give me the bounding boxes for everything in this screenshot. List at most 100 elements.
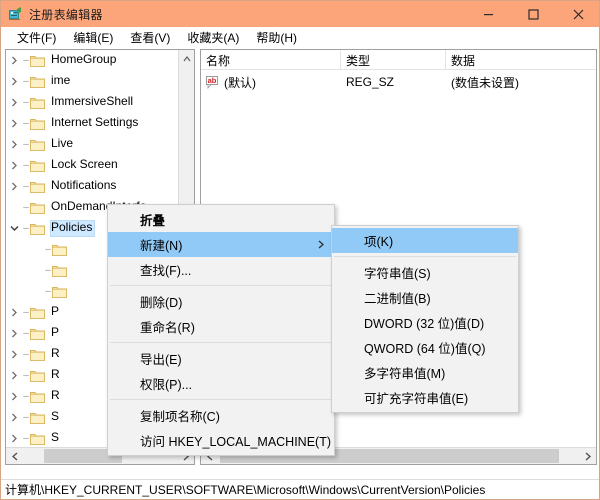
menu-view[interactable]: 查看(V) bbox=[122, 27, 179, 48]
tree-connector: – bbox=[23, 370, 29, 381]
context-menu[interactable]: 折叠新建(N) 查找(F)... 删除(D) 重命名(R) 导出(E) 权限(P)... 复… bbox=[107, 204, 335, 456]
values-column-headers: 名称 类型 数据 bbox=[201, 50, 596, 70]
tree-connector: – bbox=[23, 412, 29, 423]
chevron-down-icon[interactable] bbox=[6, 218, 22, 239]
maximize-icon[interactable] bbox=[511, 1, 556, 27]
submenu-item-5[interactable]: 多字符串值(M) bbox=[332, 360, 518, 385]
chevron-right-icon[interactable] bbox=[6, 407, 22, 428]
tree-item-ime[interactable]: – ime bbox=[6, 71, 179, 92]
scroll-right-icon[interactable] bbox=[579, 448, 596, 464]
context-menu-item-4[interactable]: 重命名(R) bbox=[108, 314, 334, 339]
status-bar: 计算机\HKEY_CURRENT_USER\SOFTWARE\Microsoft… bbox=[1, 479, 599, 499]
registry-path: 计算机\HKEY_CURRENT_USER\SOFTWARE\Microsoft… bbox=[5, 483, 486, 497]
chevron-right-icon[interactable] bbox=[6, 302, 22, 323]
menu-help[interactable]: 帮助(H) bbox=[248, 27, 306, 48]
folder-icon bbox=[30, 390, 45, 403]
submenu-item-0[interactable]: 项(K) bbox=[332, 228, 518, 253]
chevron-right-icon[interactable] bbox=[6, 113, 22, 134]
chevron-right-icon[interactable] bbox=[6, 428, 22, 448]
new-submenu[interactable]: 项(K) 字符串值(S) 二进制值(B) DWORD (32 位)值(D) QWORD … bbox=[331, 225, 519, 413]
scroll-left-icon[interactable] bbox=[6, 448, 23, 464]
context-menu-item-label: 复制项名称(C) bbox=[140, 410, 220, 424]
value-name-cell: ab (默认) bbox=[201, 74, 341, 91]
tree-item-label: R bbox=[51, 346, 60, 361]
chevron-right-icon[interactable] bbox=[6, 323, 22, 344]
folder-icon bbox=[30, 348, 45, 361]
context-menu-item-2[interactable]: 查找(F)... bbox=[108, 257, 334, 282]
context-menu-item-7[interactable]: 复制项名称(C) bbox=[108, 403, 334, 428]
tree-item-internet-settings[interactable]: – Internet Settings bbox=[6, 113, 179, 134]
context-menu-item-8[interactable]: 访问 HKEY_LOCAL_MACHINE(T) bbox=[108, 428, 334, 453]
chevron-right-icon[interactable] bbox=[6, 134, 22, 155]
folder-icon bbox=[30, 369, 45, 382]
tree-item-label: P bbox=[51, 304, 60, 319]
context-menu-item-5[interactable]: 导出(E) bbox=[108, 346, 334, 371]
submenu-item-6[interactable]: 可扩充字符串值(E) bbox=[332, 385, 518, 410]
tree-connector: – bbox=[23, 118, 29, 129]
tree-item-label: ime bbox=[51, 73, 71, 88]
menu-separator bbox=[110, 342, 332, 343]
tree-item-label: ImmersiveShell bbox=[51, 94, 134, 109]
submenu-item-label: 二进制值(B) bbox=[364, 292, 431, 306]
title-bar: 注册表编辑器 bbox=[1, 1, 599, 27]
menu-favorites[interactable]: 收藏夹(A) bbox=[179, 27, 248, 48]
tree-item-label: S bbox=[51, 430, 60, 445]
column-header-data[interactable]: 数据 bbox=[446, 50, 596, 70]
submenu-item-label: 项(K) bbox=[364, 235, 394, 249]
submenu-item-1[interactable]: 字符串值(S) bbox=[332, 260, 518, 285]
column-header-type[interactable]: 类型 bbox=[341, 50, 446, 70]
tree-item-label: Lock Screen bbox=[51, 157, 118, 172]
minimize-icon[interactable] bbox=[466, 1, 511, 27]
context-menu-item-6[interactable]: 权限(P)... bbox=[108, 371, 334, 396]
tree-item-lock-screen[interactable]: – Lock Screen bbox=[6, 155, 179, 176]
chevron-right-icon[interactable] bbox=[6, 176, 22, 197]
chevron-right-icon[interactable] bbox=[6, 155, 22, 176]
folder-icon bbox=[30, 75, 45, 88]
submenu-item-3[interactable]: DWORD (32 位)值(D) bbox=[332, 310, 518, 335]
submenu-item-label: 字符串值(S) bbox=[364, 267, 431, 281]
menu-edit[interactable]: 编辑(E) bbox=[65, 27, 122, 48]
tree-item-label bbox=[72, 248, 76, 251]
context-menu-item-label: 折叠 bbox=[140, 214, 166, 228]
chevron-right-icon[interactable] bbox=[6, 344, 22, 365]
folder-icon bbox=[30, 306, 45, 319]
tree-connector: – bbox=[23, 181, 29, 192]
context-menu-item-label: 删除(D) bbox=[140, 296, 183, 310]
chevron-right-icon[interactable] bbox=[6, 365, 22, 386]
column-header-name[interactable]: 名称 bbox=[201, 50, 341, 70]
table-row[interactable]: ab (默认) REG_SZ (数值未设置) bbox=[201, 72, 596, 92]
tree-item-label: HomeGroup bbox=[51, 52, 117, 67]
tree-item-label: Policies bbox=[50, 220, 96, 237]
submenu-item-2[interactable]: 二进制值(B) bbox=[332, 285, 518, 310]
context-menu-item-label: 导出(E) bbox=[140, 353, 182, 367]
submenu-item-label: QWORD (64 位)值(Q) bbox=[364, 342, 486, 356]
tree-item-homegroup[interactable]: – HomeGroup bbox=[6, 50, 179, 71]
tree-item-label: R bbox=[51, 388, 60, 403]
submenu-item-4[interactable]: QWORD (64 位)值(Q) bbox=[332, 335, 518, 360]
tree-item-live[interactable]: – Live bbox=[6, 134, 179, 155]
tree-item-label: S bbox=[51, 409, 60, 424]
folder-icon bbox=[30, 201, 45, 214]
tree-item-label: P bbox=[51, 325, 60, 340]
context-menu-item-3[interactable]: 删除(D) bbox=[108, 289, 334, 314]
chevron-right-icon[interactable] bbox=[6, 50, 22, 71]
context-menu-item-0[interactable]: 折叠 bbox=[108, 207, 334, 232]
window-title: 注册表编辑器 bbox=[29, 7, 103, 22]
chevron-right-icon bbox=[318, 232, 324, 257]
chevron-right-icon[interactable] bbox=[6, 92, 22, 113]
tree-item-immersiveshell[interactable]: – ImmersiveShell bbox=[6, 92, 179, 113]
close-icon[interactable] bbox=[556, 1, 599, 27]
value-name-text: (默认) bbox=[224, 75, 256, 90]
value-type-cell: REG_SZ bbox=[346, 75, 395, 89]
tree-connector: – bbox=[23, 55, 29, 66]
chevron-right-icon[interactable] bbox=[6, 386, 22, 407]
context-menu-item-1[interactable]: 新建(N) bbox=[108, 232, 334, 257]
value-data-cell: (数值未设置) bbox=[451, 75, 519, 90]
chevron-right-icon[interactable] bbox=[6, 71, 22, 92]
tree-item-notifications[interactable]: – Notifications bbox=[6, 176, 179, 197]
folder-icon bbox=[30, 54, 45, 67]
scroll-up-icon[interactable] bbox=[179, 50, 194, 67]
menu-file[interactable]: 文件(F) bbox=[9, 27, 65, 48]
registry-editor-icon bbox=[7, 6, 23, 22]
tree-connector: – bbox=[45, 244, 51, 255]
